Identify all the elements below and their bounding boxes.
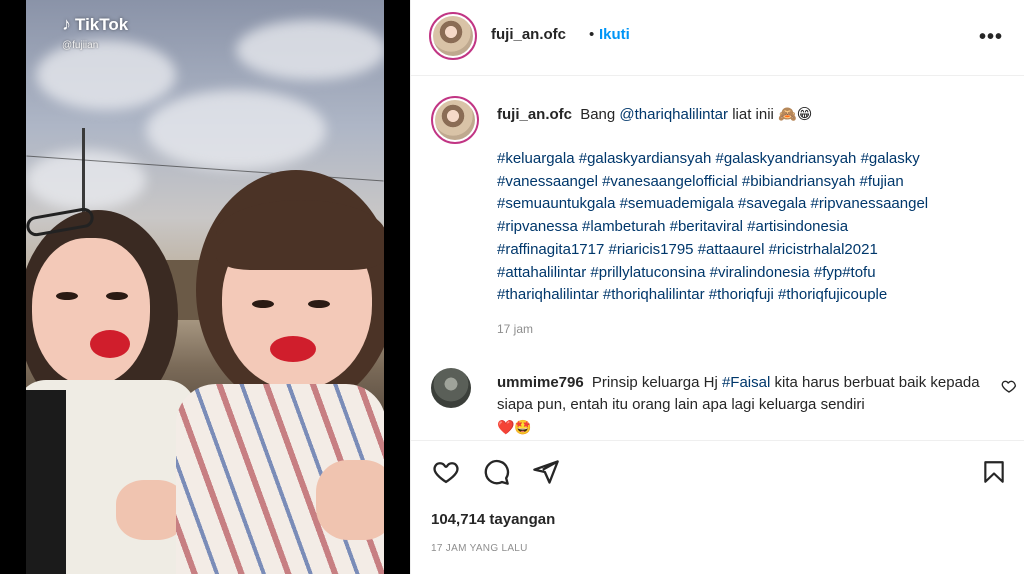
cloud <box>36 40 176 110</box>
tiktok-watermark: ♪ TikTok <box>62 14 128 35</box>
heart-outline-icon <box>433 462 459 484</box>
person-left-strap <box>26 390 66 574</box>
hashtag-line[interactable]: #attahalilintar #prillylatuconsina #vira… <box>497 262 1007 285</box>
caption-mention[interactable]: @thariqhalilintar <box>619 106 728 123</box>
post-media[interactable]: ♪ TikTok @fujiian <box>0 0 410 574</box>
avatar-image <box>435 100 475 140</box>
post-header: fuji_an.ofc • Ikuti ••• <box>411 0 1024 76</box>
eye <box>252 300 274 308</box>
video-frame[interactable]: ♪ TikTok @fujiian <box>26 0 384 574</box>
header-separator: • <box>589 26 595 43</box>
follow-button[interactable]: Ikuti <box>599 26 630 43</box>
person-right-lips <box>270 336 316 362</box>
cloud <box>236 20 384 80</box>
comment-like-icon[interactable] <box>1001 378 1017 394</box>
caption-text: fuji_an.ofc Bang @thariqhalilintar liat … <box>497 104 997 126</box>
post-panel: fuji_an.ofc • Ikuti ••• fuji_an.ofc Bang… <box>410 0 1024 574</box>
view-count[interactable]: 104,714 tayangan <box>431 511 555 528</box>
share-icon[interactable] <box>531 457 561 487</box>
caption-text-before: Bang <box>580 106 616 123</box>
hashtag-line[interactable]: #raffinagita1717 #riaricis1795 #attaaure… <box>497 239 1007 262</box>
cloud <box>146 90 326 170</box>
paper-plane-icon <box>533 460 559 484</box>
comment-hashtag[interactable]: #Faisal <box>722 374 770 391</box>
bookmark-icon <box>984 461 1004 483</box>
person-right-hand <box>316 460 384 540</box>
person-left-face <box>32 238 150 386</box>
hashtags: #keluargala #galaskyardiansyah #galaskya… <box>497 148 1007 307</box>
comment-username[interactable]: ummime796 <box>497 374 584 391</box>
eye <box>56 292 78 300</box>
hashtag-line[interactable]: #vanessaangel #vanesaangelofficial #bibi… <box>497 171 1007 194</box>
person-right-bangs <box>216 200 384 270</box>
utility-pole <box>82 128 85 218</box>
avatar[interactable] <box>429 12 477 60</box>
caption-time[interactable]: 17 jam <box>497 322 533 336</box>
post-actions: 104,714 tayangan 17 JAM YANG LALU <box>411 440 1024 568</box>
comment-avatar[interactable] <box>431 368 471 408</box>
avatar-image <box>433 16 473 56</box>
tiktok-brand: TikTok <box>75 14 129 34</box>
save-icon[interactable] <box>979 457 1009 487</box>
comment-text-before: Prinsip keluarga Hj <box>591 374 718 391</box>
speech-bubble-icon <box>484 459 510 485</box>
more-options-icon[interactable]: ••• <box>979 26 1003 49</box>
header-username[interactable]: fuji_an.ofc <box>491 26 566 43</box>
hashtag-line[interactable]: #thariqhalilintar #thoriqhalilintar #tho… <box>497 284 1007 307</box>
person-left-lips <box>90 330 130 358</box>
posted-time[interactable]: 17 JAM YANG LALU <box>431 543 528 554</box>
tiktok-note-icon: ♪ <box>62 14 71 34</box>
comment-icon[interactable] <box>481 457 511 487</box>
comment-text: ummime796 Prinsip keluarga Hj #Faisal ki… <box>497 372 997 438</box>
caption-text-after: liat inii 🙈😁 <box>732 106 813 123</box>
comment-emojis: ❤️🤩 <box>497 419 532 435</box>
hashtag-line[interactable]: #ripvanessa #lambeturah #beritaviral #ar… <box>497 216 1007 239</box>
like-icon[interactable] <box>431 457 461 487</box>
eye <box>106 292 128 300</box>
caption-avatar[interactable] <box>431 96 479 144</box>
tiktok-handle: @fujiian <box>62 40 99 51</box>
hashtag-line[interactable]: #keluargala #galaskyardiansyah #galaskya… <box>497 148 1007 171</box>
hashtag-line[interactable]: #semuauntukgala #semuademigala #savegala… <box>497 193 1007 216</box>
eye <box>308 300 330 308</box>
caption-username[interactable]: fuji_an.ofc <box>497 106 572 123</box>
